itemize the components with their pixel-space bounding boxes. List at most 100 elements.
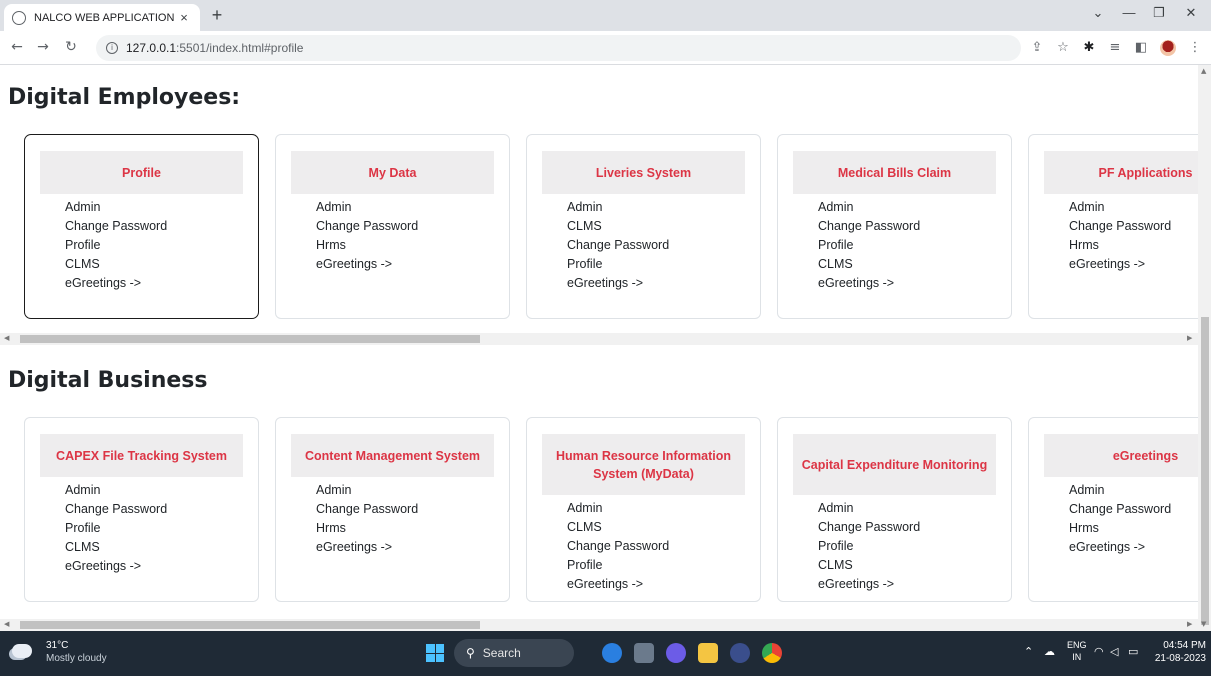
card-link[interactable]: eGreetings -> [567,274,745,293]
bing-app-icon[interactable] [602,643,622,663]
close-window-button[interactable]: ✕ [1180,5,1202,21]
card-link[interactable]: CLMS [65,255,243,274]
card-link[interactable]: Admin [1069,198,1198,217]
card-title[interactable]: CAPEX File Tracking System [40,434,243,477]
card-title[interactable]: My Data [291,151,494,194]
card-title[interactable]: Content Management System [291,434,494,477]
card-link[interactable]: Admin [316,481,494,500]
card-link[interactable]: Admin [1069,481,1198,500]
card-link[interactable]: Change Password [818,217,996,236]
url-text[interactable]: 127.0.0.1:5501/index.html#profile [126,41,303,55]
card-link[interactable]: eGreetings -> [65,557,243,576]
card-medical-bills-claim[interactable]: Medical Bills Claim Admin Change Passwor… [777,134,1012,319]
tab-search-chevron-icon[interactable]: ⌄ [1087,5,1109,21]
card-title[interactable]: eGreetings [1044,434,1198,477]
wifi-icon[interactable]: ◠ [1094,645,1104,658]
volume-icon[interactable]: ◁ [1110,645,1118,658]
scroll-up-arrow-icon[interactable]: ▲ [1201,67,1206,75]
card-link[interactable]: Profile [567,255,745,274]
battery-icon[interactable]: ▭ [1128,645,1138,658]
card-link[interactable]: Hrms [316,519,494,538]
scroll-right-arrow-icon[interactable]: ▶ [1187,334,1192,342]
card-link[interactable]: Change Password [818,518,996,537]
card-link[interactable]: Change Password [1069,500,1198,519]
card-link[interactable]: eGreetings -> [316,538,494,557]
task-view-icon[interactable] [634,643,654,663]
card-link[interactable]: Hrms [1069,519,1198,538]
card-link[interactable]: Change Password [316,217,494,236]
chrome-app-icon[interactable] [762,643,782,663]
start-button[interactable] [426,644,444,662]
eclipse-app-icon[interactable] [730,643,750,663]
scrollbar-thumb[interactable] [20,621,480,629]
card-link[interactable]: Change Password [567,236,745,255]
card-link[interactable]: CLMS [567,217,745,236]
card-link[interactable]: CLMS [567,518,745,537]
card-link[interactable]: Change Password [1069,217,1198,236]
card-profile[interactable]: Profile Admin Change Password Profile CL… [24,134,259,319]
card-link[interactable]: eGreetings -> [567,575,745,594]
cloud-icon[interactable] [12,644,32,658]
scroll-right-arrow-icon[interactable]: ▶ [1187,620,1192,628]
card-link[interactable]: Change Password [567,537,745,556]
bookmark-star-icon[interactable]: ☆ [1054,40,1072,55]
card-link[interactable]: eGreetings -> [316,255,494,274]
card-link[interactable]: eGreetings -> [65,274,243,293]
card-link[interactable]: Change Password [316,500,494,519]
card-link[interactable]: eGreetings -> [1069,538,1198,557]
card-link[interactable]: CLMS [818,255,996,274]
back-button[interactable]: ← [8,39,26,55]
card-link[interactable]: Change Password [65,217,243,236]
reading-list-icon[interactable]: ≡ [1106,40,1124,55]
card-capex-file-tracking[interactable]: CAPEX File Tracking System Admin Change … [24,417,259,602]
card-capital-expenditure[interactable]: Capital Expenditure Monitoring Admin Cha… [777,417,1012,602]
card-link[interactable]: Profile [818,236,996,255]
system-clock[interactable]: 04:54 PM 21-08-2023 [1146,639,1206,665]
horizontal-scrollbar[interactable]: ◀ ▶ [0,333,1198,345]
file-explorer-icon[interactable] [698,643,718,663]
card-link[interactable]: Admin [818,499,996,518]
side-panel-icon[interactable]: ◧ [1132,40,1150,55]
card-link[interactable]: Change Password [65,500,243,519]
new-tab-button[interactable]: + [206,5,228,27]
scroll-down-arrow-icon[interactable]: ▼ [1201,620,1206,628]
taskbar-search[interactable]: ⚲ Search [454,639,574,667]
language-indicator[interactable]: ENG IN [1067,639,1087,663]
card-link[interactable]: Admin [567,499,745,518]
card-liveries-system[interactable]: Liveries System Admin CLMS Change Passwo… [526,134,761,319]
card-link[interactable]: Admin [316,198,494,217]
card-link[interactable]: Hrms [1069,236,1198,255]
card-link[interactable]: Profile [818,537,996,556]
card-title[interactable]: PF Applications [1044,151,1198,194]
weather-description[interactable]: Mostly cloudy [46,653,107,664]
card-link[interactable]: Profile [567,556,745,575]
site-info-icon[interactable]: i [106,42,118,54]
scrollbar-thumb[interactable] [20,335,480,343]
extensions-puzzle-icon[interactable]: ✱ [1080,40,1098,55]
vertical-scrollbar[interactable]: ▲ ▼ [1198,65,1211,631]
card-my-data[interactable]: My Data Admin Change Password Hrms eGree… [275,134,510,319]
card-link[interactable]: eGreetings -> [818,274,996,293]
card-content-management[interactable]: Content Management System Admin Change P… [275,417,510,602]
share-icon[interactable]: ⇪ [1028,40,1046,55]
card-egreetings[interactable]: eGreetings Admin Change Password Hrms eG… [1028,417,1198,602]
browser-tab[interactable]: NALCO WEB APPLICATION PAGE × [4,4,200,31]
card-link[interactable]: eGreetings -> [1069,255,1198,274]
address-bar[interactable]: i 127.0.0.1:5501/index.html#profile [96,35,1021,61]
horizontal-scrollbar[interactable]: ◀ ▶ [0,619,1198,631]
card-pf-applications[interactable]: PF Applications Admin Change Password Hr… [1028,134,1198,319]
card-link[interactable]: Profile [65,519,243,538]
scrollbar-thumb[interactable] [1201,317,1209,625]
onedrive-cloud-icon[interactable]: ☁ [1044,645,1055,658]
card-title[interactable]: Liveries System [542,151,745,194]
chevron-up-icon[interactable]: ⌃ [1024,645,1033,658]
profile-avatar[interactable] [1160,40,1176,56]
tab-close-button[interactable]: × [176,10,192,25]
browser-menu-icon[interactable]: ⋮ [1186,40,1204,55]
card-link[interactable]: Admin [818,198,996,217]
reload-button[interactable]: ↻ [62,39,80,55]
card-link[interactable]: Profile [65,236,243,255]
restore-button[interactable]: ❐ [1148,5,1170,21]
card-title[interactable]: Human Resource Information System (MyDat… [542,434,745,495]
weather-temperature[interactable]: 31°C [46,640,68,651]
